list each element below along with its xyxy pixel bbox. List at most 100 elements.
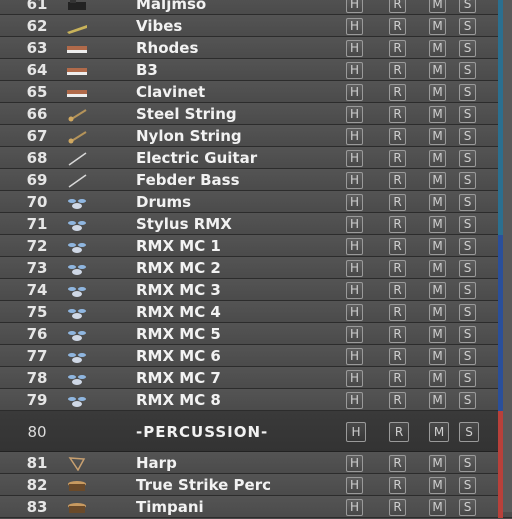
track-row[interactable]: 75 RMX MC 4 H R MS [0, 301, 512, 323]
track-row[interactable]: 83 Timpani H R M S [0, 496, 512, 518]
hide-button[interactable]: H [346, 260, 363, 277]
track-name[interactable]: Harp [136, 454, 177, 472]
solo-button[interactable]: S [459, 194, 476, 211]
record-button[interactable]: R [389, 304, 406, 321]
folder-track-row[interactable]: 80 -PERCUSSION- H R M S [0, 411, 512, 452]
hide-button[interactable]: H [346, 106, 363, 123]
track-name[interactable]: RMX MC 3 [136, 281, 221, 299]
solo-button[interactable]: S [459, 260, 476, 277]
track-name[interactable]: Maljmso [136, 0, 206, 13]
hide-button[interactable]: H [346, 62, 363, 79]
record-button[interactable]: R [389, 18, 406, 35]
track-row[interactable]: 63 Rhodes H R M S [0, 37, 512, 59]
hide-button[interactable]: H [346, 326, 363, 343]
mute-button[interactable]: M [429, 348, 446, 365]
hide-button[interactable]: H [346, 422, 366, 442]
track-name[interactable]: Clavinet [136, 83, 205, 101]
solo-button[interactable]: S [459, 499, 476, 516]
mute-button[interactable]: M [429, 455, 446, 472]
record-button[interactable]: R [389, 455, 406, 472]
track-name[interactable]: Drums [136, 193, 191, 211]
solo-button[interactable]: S [459, 128, 476, 145]
mute-button[interactable]: M [429, 499, 446, 516]
track-name[interactable]: -PERCUSSION- [136, 423, 268, 441]
solo-button[interactable]: S [459, 216, 476, 233]
track-name[interactable]: True Strike Perc [136, 476, 271, 494]
track-row[interactable]: 69 Febder Bass H R M S [0, 169, 512, 191]
mute-button[interactable]: M [429, 422, 449, 442]
track-name[interactable]: B3 [136, 61, 158, 79]
record-button[interactable]: R [389, 499, 406, 516]
hide-button[interactable]: H [346, 499, 363, 516]
track-name[interactable]: Febder Bass [136, 171, 240, 189]
record-button[interactable]: R [389, 106, 406, 123]
hide-button[interactable]: H [346, 477, 363, 494]
hide-button[interactable]: H [346, 84, 363, 101]
record-button[interactable]: R [389, 238, 406, 255]
track-name[interactable]: RMX MC 5 [136, 325, 221, 343]
track-row[interactable]: 79 RMX MC 8 H R MS [0, 389, 512, 411]
record-button[interactable]: R [389, 260, 406, 277]
solo-button[interactable]: S [459, 282, 476, 299]
hide-button[interactable]: H [346, 238, 363, 255]
hide-button[interactable]: H [346, 304, 363, 321]
solo-button[interactable]: S [459, 18, 476, 35]
mute-button[interactable]: M [429, 18, 446, 35]
record-button[interactable]: R [389, 62, 406, 79]
track-row[interactable]: 71 Stylus RMX H R M S [0, 213, 512, 235]
hide-button[interactable]: H [346, 392, 363, 409]
solo-button[interactable]: S [459, 326, 476, 343]
solo-button[interactable]: S [459, 348, 476, 365]
record-button[interactable]: R [389, 84, 406, 101]
solo-button[interactable]: S [459, 106, 476, 123]
solo-button[interactable]: S [459, 392, 476, 409]
track-row[interactable]: 64 B3 H R M S [0, 59, 512, 81]
track-row[interactable]: 67 Nylon String H R M S [0, 125, 512, 147]
track-row[interactable]: 72 RMX MC 1 H R MS [0, 235, 512, 257]
track-name[interactable]: RMX MC 4 [136, 303, 221, 321]
track-row[interactable]: 81 Harp H R M S [0, 452, 512, 474]
record-button[interactable]: R [389, 216, 406, 233]
track-name[interactable]: RMX MC 2 [136, 259, 221, 277]
solo-button[interactable]: S [459, 370, 476, 387]
solo-button[interactable]: S [459, 238, 476, 255]
hide-button[interactable]: H [346, 172, 363, 189]
record-button[interactable]: R [389, 326, 406, 343]
track-name[interactable]: Steel String [136, 105, 237, 123]
record-button[interactable]: R [389, 150, 406, 167]
record-button[interactable]: R [389, 128, 406, 145]
track-name[interactable]: RMX MC 6 [136, 347, 221, 365]
record-button[interactable]: R [389, 282, 406, 299]
track-row[interactable]: 61 Maljmso H R M S [0, 0, 512, 15]
record-button[interactable]: R [389, 194, 406, 211]
mute-button[interactable]: M [429, 128, 446, 145]
mute-button[interactable]: M [429, 326, 446, 343]
hide-button[interactable]: H [346, 128, 363, 145]
mute-button[interactable]: M [429, 392, 446, 409]
record-button[interactable]: R [389, 40, 406, 57]
mute-button[interactable]: M [429, 370, 446, 387]
track-name[interactable]: RMX MC 1 [136, 237, 221, 255]
solo-button[interactable]: S [459, 422, 479, 442]
track-name[interactable]: Electric Guitar [136, 149, 257, 167]
mute-button[interactable]: M [429, 282, 446, 299]
track-row[interactable]: 68 Electric Guitar H R M S [0, 147, 512, 169]
track-row[interactable]: 74 RMX MC 3 H R MS [0, 279, 512, 301]
mute-button[interactable]: M [429, 172, 446, 189]
track-row[interactable]: 70 Drums H R M S [0, 191, 512, 213]
mute-button[interactable]: M [429, 150, 446, 167]
track-row[interactable]: 76 RMX MC 5 H R MS [0, 323, 512, 345]
track-row[interactable]: 62 Vibes H R M S [0, 15, 512, 37]
track-name[interactable]: RMX MC 7 [136, 369, 221, 387]
record-button[interactable]: R [389, 0, 406, 13]
hide-button[interactable]: H [346, 150, 363, 167]
mute-button[interactable]: M [429, 40, 446, 57]
track-row[interactable]: 78 RMX MC 7 H R MS [0, 367, 512, 389]
solo-button[interactable]: S [459, 172, 476, 189]
record-button[interactable]: R [389, 370, 406, 387]
mute-button[interactable]: M [429, 260, 446, 277]
track-name[interactable]: Vibes [136, 17, 182, 35]
mute-button[interactable]: M [429, 106, 446, 123]
mute-button[interactable]: M [429, 62, 446, 79]
mute-button[interactable]: M [429, 477, 446, 494]
